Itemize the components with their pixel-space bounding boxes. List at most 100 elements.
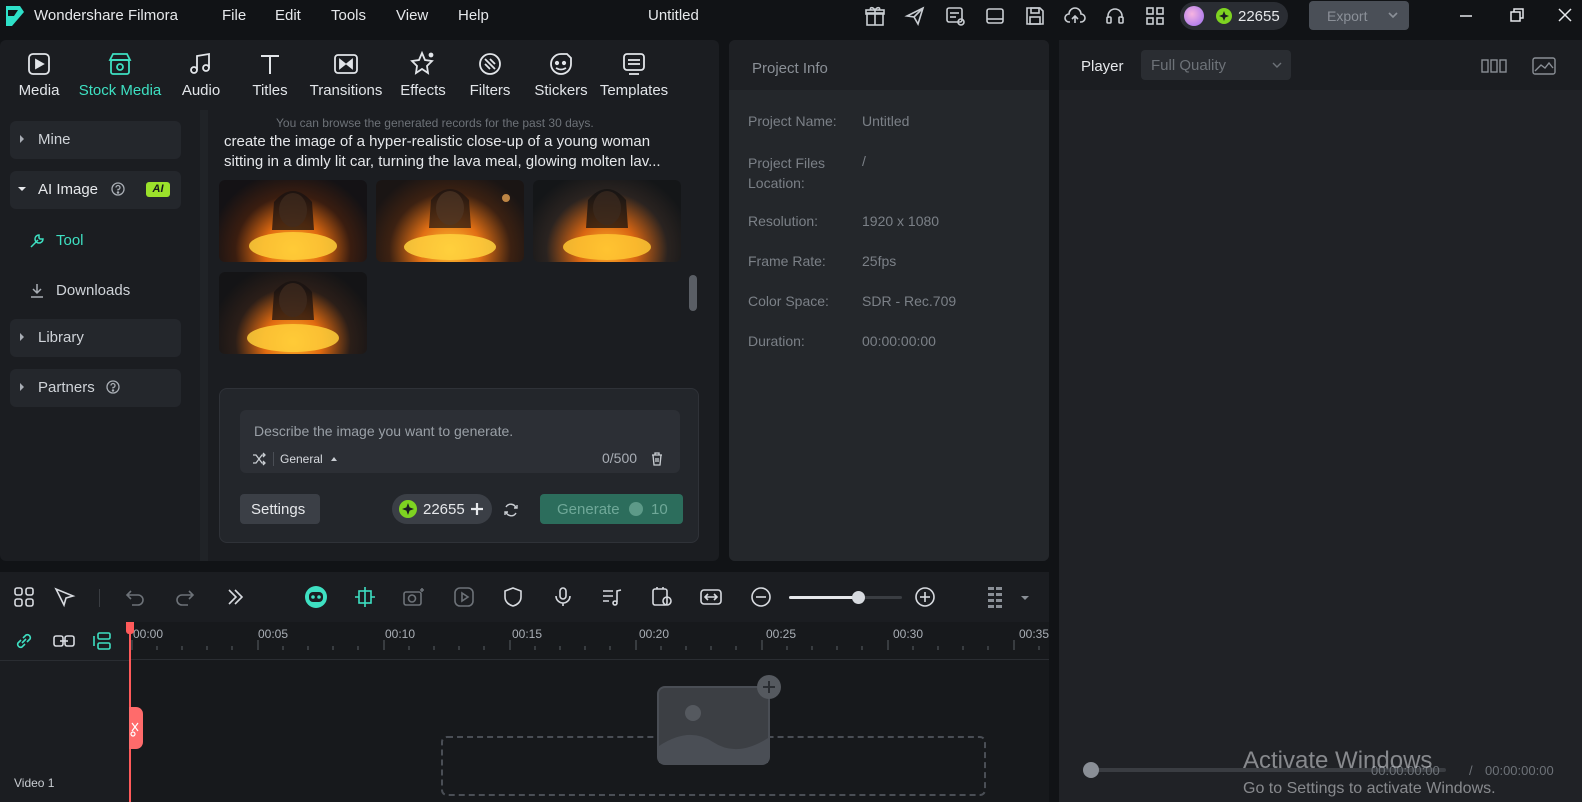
- undo-icon[interactable]: [123, 585, 147, 609]
- smart-clip-icon[interactable]: [650, 585, 674, 609]
- credit-icon: [1216, 8, 1232, 24]
- player-time-separator: /: [1469, 763, 1473, 778]
- save-icon[interactable]: [1024, 5, 1046, 27]
- minimize-icon[interactable]: [1458, 8, 1474, 24]
- tab-stock-media[interactable]: Stock Media: [76, 50, 164, 99]
- tab-audio-label: Audio: [181, 82, 221, 99]
- menu-edit[interactable]: Edit: [275, 7, 301, 24]
- cloud-upload-icon[interactable]: [1064, 5, 1086, 27]
- player-time-total: 00:00:00:00: [1485, 763, 1554, 778]
- camera-ai-icon[interactable]: [402, 585, 426, 609]
- sidebar-item-partners[interactable]: Partners: [10, 369, 181, 407]
- tab-effects[interactable]: Effects: [394, 50, 452, 99]
- motion-track-icon[interactable]: [452, 585, 476, 609]
- caret-down-icon[interactable]: [1020, 594, 1030, 602]
- layout-icon[interactable]: [984, 5, 1006, 27]
- sidebar-item-tool-label: Tool: [56, 232, 84, 249]
- restore-icon[interactable]: [1509, 7, 1525, 23]
- generate-button[interactable]: Generate 10: [540, 494, 683, 524]
- tab-titles-label: Titles: [252, 82, 288, 99]
- export-button[interactable]: Export: [1309, 1, 1409, 30]
- credits-button[interactable]: 22655: [392, 494, 492, 524]
- menu-help[interactable]: Help: [458, 7, 489, 24]
- templates-icon: [620, 50, 648, 78]
- menu-view[interactable]: View: [396, 7, 428, 24]
- tab-transitions-label: Transitions: [309, 82, 383, 99]
- sidebar-item-tool[interactable]: Tool: [26, 230, 176, 254]
- style-select[interactable]: General: [280, 450, 360, 468]
- shield-icon[interactable]: [501, 585, 525, 609]
- settings-button-label: Settings: [251, 501, 306, 518]
- credits-pill[interactable]: 22655: [1180, 2, 1288, 30]
- add-circle-icon[interactable]: [757, 675, 781, 699]
- music-list-icon[interactable]: [600, 585, 624, 609]
- avatar[interactable]: [1184, 6, 1204, 26]
- scene-detect-icon[interactable]: [353, 585, 377, 609]
- tab-filters[interactable]: Filters: [464, 50, 516, 99]
- trash-icon[interactable]: [650, 452, 664, 466]
- quality-select[interactable]: Full Quality: [1141, 50, 1291, 80]
- zoom-out-icon[interactable]: [749, 585, 773, 609]
- snapshot-icon[interactable]: [1531, 55, 1557, 77]
- tab-titles[interactable]: Titles: [246, 50, 294, 99]
- help-circle-icon[interactable]: [111, 182, 125, 196]
- generated-image-thumbnail[interactable]: [376, 180, 524, 262]
- scissors-marker-icon[interactable]: [129, 707, 143, 749]
- double-chevron-right-icon[interactable]: [223, 585, 247, 609]
- ruler-tick-label: 00:35: [1019, 627, 1050, 641]
- info-label-files-location: Project Files Location:: [748, 155, 826, 191]
- group-link-icon[interactable]: [52, 630, 76, 652]
- scrollbar-thumb[interactable]: [689, 275, 697, 311]
- zoom-in-icon[interactable]: [913, 585, 937, 609]
- help-circle-icon[interactable]: [106, 380, 120, 394]
- send-icon[interactable]: [904, 5, 926, 27]
- track-height-icon[interactable]: [983, 585, 1007, 609]
- menu-tools[interactable]: Tools: [331, 7, 366, 24]
- menu-file[interactable]: File: [222, 7, 246, 24]
- player-progress-handle[interactable]: [1083, 762, 1099, 778]
- compare-view-icon[interactable]: [1480, 55, 1508, 77]
- link-icon[interactable]: [13, 630, 35, 652]
- settings-button[interactable]: Settings: [240, 494, 320, 524]
- tab-media[interactable]: Media: [14, 50, 64, 99]
- generated-image-thumbnail[interactable]: [219, 272, 367, 354]
- filter-icon: [476, 50, 504, 78]
- task-list-icon[interactable]: [944, 5, 966, 27]
- ai-mate-icon[interactable]: [304, 585, 328, 609]
- ruler-tick-label: 00:05: [258, 627, 289, 641]
- gift-icon[interactable]: [864, 5, 886, 27]
- prompt-input-box[interactable]: Describe the image you want to generate.…: [240, 410, 680, 473]
- sidebar-item-library[interactable]: Library: [10, 319, 181, 357]
- credit-icon: [399, 500, 417, 518]
- fit-timeline-icon[interactable]: [699, 585, 723, 609]
- tab-stickers[interactable]: Stickers: [532, 50, 590, 99]
- sidebar-item-downloads[interactable]: Downloads: [26, 280, 176, 304]
- refresh-icon[interactable]: [503, 502, 519, 518]
- filmora-logo-icon: [4, 4, 26, 28]
- tab-transitions[interactable]: Transitions: [306, 50, 386, 99]
- chevron-down-icon: [1271, 61, 1283, 69]
- playhead-handle[interactable]: [126, 622, 134, 634]
- tab-templates[interactable]: Templates: [598, 50, 670, 99]
- select-cursor-icon[interactable]: [52, 585, 76, 609]
- tab-audio[interactable]: Audio: [176, 50, 226, 99]
- close-icon[interactable]: [1557, 7, 1573, 23]
- caret-right-icon: [18, 381, 26, 393]
- tab-templates-label: Templates: [599, 82, 669, 99]
- grid-layout-icon[interactable]: [12, 585, 36, 609]
- zoom-slider-track[interactable]: [789, 596, 902, 599]
- shuffle-icon[interactable]: [252, 452, 266, 466]
- zoom-slider-handle[interactable]: [852, 591, 865, 604]
- headset-icon[interactable]: [1104, 5, 1126, 27]
- apps-grid-icon[interactable]: [1144, 5, 1166, 27]
- microphone-icon[interactable]: [551, 585, 575, 609]
- ruler-tick-label: 00:20: [639, 627, 670, 641]
- ai-badge: AI: [146, 182, 170, 197]
- sidebar-item-mine[interactable]: Mine: [10, 121, 181, 159]
- wrench-icon: [28, 232, 46, 250]
- track-manager-icon[interactable]: [92, 630, 114, 652]
- sidebar-item-ai-image[interactable]: AI Image AI: [10, 171, 181, 209]
- redo-icon[interactable]: [173, 585, 197, 609]
- generated-image-thumbnail[interactable]: [533, 180, 681, 262]
- generated-image-thumbnail[interactable]: [219, 180, 367, 262]
